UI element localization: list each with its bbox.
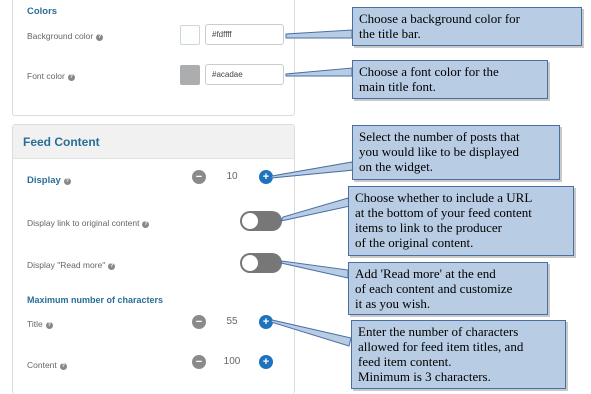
help-icon[interactable]: ? <box>142 221 150 228</box>
title-chars-decrement-button[interactable]: − <box>192 315 206 329</box>
callout-background-color: Choose a background color for the title … <box>352 7 582 46</box>
font-color-label: Font color? <box>27 71 75 81</box>
display-label-text: Display <box>27 175 61 186</box>
content-chars-label-text: Content <box>27 360 57 370</box>
callout-font-color: Choose a font color for the main title f… <box>352 60 548 99</box>
font-color-input[interactable]: #acadae <box>205 64 284 85</box>
callout-read-more: Add 'Read more' at the end of each conte… <box>348 262 548 315</box>
read-more-label-text: Display "Read more" <box>27 260 106 270</box>
read-more-toggle[interactable] <box>240 253 282 273</box>
content-chars-decrement-button[interactable]: − <box>192 355 206 369</box>
help-icon[interactable]: ? <box>63 178 71 185</box>
display-label: Display? <box>27 175 71 186</box>
background-color-label-text: Background color <box>27 31 94 41</box>
feed-content-title: Feed Content <box>23 135 100 149</box>
help-icon[interactable]: ? <box>67 74 75 81</box>
content-chars-label: Content? <box>27 360 67 370</box>
title-chars-label-text: Title <box>27 319 43 329</box>
display-decrement-button[interactable]: − <box>192 170 206 184</box>
arrow-font-color <box>285 67 353 77</box>
colors-section-title: Colors <box>27 6 58 17</box>
callout-posts: Select the number of posts that you woul… <box>352 125 560 180</box>
arrow-bg-color <box>285 29 353 39</box>
content-chars-increment-button[interactable]: + <box>259 355 273 369</box>
feed-content-panel: Feed Content Display? − 10 + Display lin… <box>12 124 295 394</box>
read-more-label: Display "Read more"? <box>27 260 116 270</box>
display-link-label-text: Display link to original content <box>27 218 140 228</box>
callout-url: Choose whether to include a URL at the b… <box>348 186 574 256</box>
display-link-toggle[interactable] <box>240 211 282 231</box>
help-icon[interactable]: ? <box>45 322 53 329</box>
background-color-label: Background color? <box>27 31 104 41</box>
help-icon[interactable]: ? <box>108 263 116 270</box>
content-chars-value[interactable]: 100 <box>215 356 249 367</box>
help-icon[interactable]: ? <box>59 363 67 370</box>
title-chars-label: Title? <box>27 319 53 329</box>
title-chars-value[interactable]: 55 <box>215 316 249 327</box>
background-color-input[interactable]: #fdffff <box>205 24 284 45</box>
callout-character-limits: Enter the number of characters allowed f… <box>351 320 566 389</box>
display-value[interactable]: 10 <box>215 171 249 182</box>
title-chars-increment-button[interactable]: + <box>259 315 273 329</box>
help-icon[interactable]: ? <box>96 34 104 41</box>
display-link-label: Display link to original content? <box>27 218 150 228</box>
toggle-knob <box>242 213 258 229</box>
toggle-knob <box>242 255 258 271</box>
font-color-label-text: Font color <box>27 71 65 81</box>
display-increment-button[interactable]: + <box>259 170 273 184</box>
colors-panel: Colors Background color? #fdffff Font co… <box>12 0 295 116</box>
feed-content-header[interactable]: Feed Content <box>13 125 294 159</box>
max-chars-title: Maximum number of characters <box>27 295 164 305</box>
font-color-swatch[interactable] <box>180 65 200 85</box>
background-color-swatch[interactable] <box>180 25 200 45</box>
